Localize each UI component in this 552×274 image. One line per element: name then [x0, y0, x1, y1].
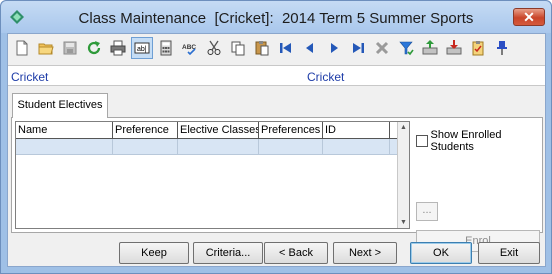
column-header-name[interactable]: Name: [16, 122, 113, 139]
export-icon[interactable]: [419, 37, 441, 59]
column-header-preferences[interactable]: Preferences: [259, 122, 323, 139]
show-enrolled-label: Show Enrolled Students: [430, 129, 502, 153]
scroll-down-arrow-icon[interactable]: ▼: [400, 219, 407, 226]
grid-vertical-scrollbar[interactable]: ▲ ▼: [397, 122, 409, 228]
cell-preference[interactable]: [113, 139, 178, 155]
refresh-icon[interactable]: [83, 37, 105, 59]
ok-button[interactable]: OK: [410, 242, 472, 264]
close-window-button[interactable]: ✕: [513, 8, 545, 26]
cut-icon[interactable]: [203, 37, 225, 59]
next-record-icon[interactable]: [323, 37, 345, 59]
scroll-up-arrow-icon[interactable]: ▲: [400, 124, 407, 131]
tab-student-electives[interactable]: Student Electives: [12, 93, 108, 118]
record-info-bar: Cricket Cricket: [8, 65, 545, 86]
spell-check-icon[interactable]: ABC: [179, 37, 201, 59]
delete-icon[interactable]: [371, 37, 393, 59]
copy-icon[interactable]: [227, 37, 249, 59]
show-enrolled-checkbox[interactable]: [416, 135, 428, 147]
class-maintenance-window: Class Maintenance [Cricket]: 2014 Term 5…: [0, 0, 552, 274]
toolbar: ab| ABC: [8, 34, 545, 62]
grid-header: Name Preference Elective Classes Prefere…: [16, 122, 397, 139]
column-header-preference[interactable]: Preference: [113, 122, 178, 139]
criteria-button[interactable]: Criteria...: [193, 242, 263, 264]
form-field-icon[interactable]: ab|: [131, 37, 153, 59]
column-header-id[interactable]: ID: [323, 122, 390, 139]
table-row[interactable]: [16, 139, 397, 155]
ellipsis-button[interactable]: ...: [416, 202, 438, 221]
back-button[interactable]: < Back: [264, 242, 328, 264]
first-record-icon[interactable]: [275, 37, 297, 59]
import-icon[interactable]: [443, 37, 465, 59]
save-icon[interactable]: [59, 37, 81, 59]
cell-preferences[interactable]: [259, 139, 323, 155]
record-name-left: Cricket: [11, 70, 49, 84]
keep-button[interactable]: Keep: [119, 242, 189, 264]
electives-grid[interactable]: Name Preference Elective Classes Prefere…: [15, 121, 410, 229]
filter-icon[interactable]: [395, 37, 417, 59]
cell-name[interactable]: [16, 139, 113, 155]
previous-record-icon[interactable]: [299, 37, 321, 59]
title-bar[interactable]: Class Maintenance [Cricket]: 2014 Term 5…: [1, 1, 551, 33]
open-folder-icon[interactable]: [35, 37, 57, 59]
paste-icon[interactable]: [251, 37, 273, 59]
svg-text:ab|: ab|: [137, 46, 147, 53]
last-record-icon[interactable]: [347, 37, 369, 59]
cell-elective-classes[interactable]: [178, 139, 259, 155]
show-enrolled-option[interactable]: Show Enrolled Students: [416, 129, 542, 153]
cell-id[interactable]: [323, 139, 390, 155]
student-electives-panel: Name Preference Elective Classes Prefere…: [11, 117, 543, 252]
record-name-right: Cricket: [307, 70, 345, 84]
checklist-icon[interactable]: [467, 37, 489, 59]
exit-button[interactable]: Exit: [478, 242, 540, 264]
next-button[interactable]: Next >: [333, 242, 397, 264]
print-icon[interactable]: [107, 37, 129, 59]
calculator-icon[interactable]: [155, 37, 177, 59]
column-header-elective-classes[interactable]: Elective Classes: [178, 122, 259, 139]
new-document-icon[interactable]: [11, 37, 33, 59]
client-area: ab| ABC Cricket Cricket Student Elective…: [7, 33, 546, 267]
window-title: Class Maintenance [Cricket]: 2014 Term 5…: [78, 10, 474, 27]
pin-icon[interactable]: [491, 37, 513, 59]
